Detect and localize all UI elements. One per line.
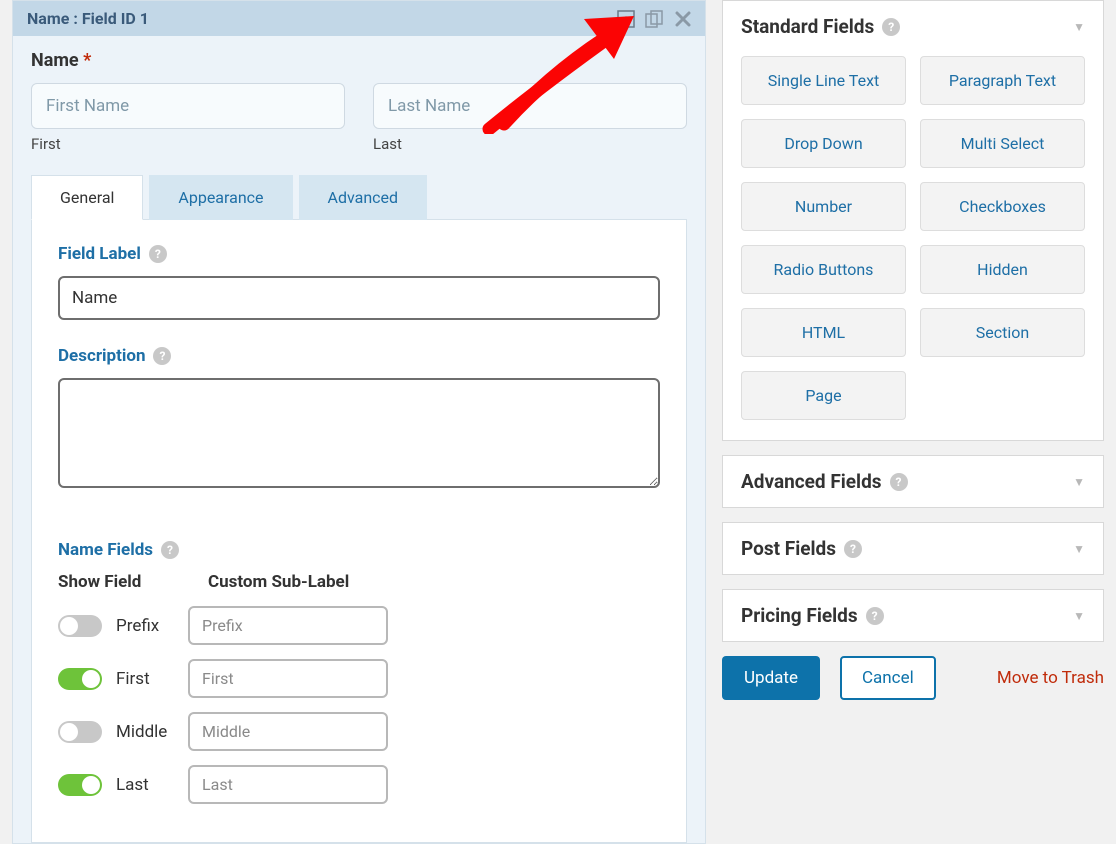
description-heading: Description ? (58, 346, 660, 366)
show-field-heading: Show Field (58, 572, 176, 592)
field-type-radio-buttons[interactable]: Radio Buttons (741, 245, 906, 294)
field-type-drop-down[interactable]: Drop Down (741, 119, 906, 168)
settings-tabs: General Appearance Advanced (31, 175, 687, 220)
field-type-single-line-text[interactable]: Single Line Text (741, 56, 906, 105)
collapse-icon[interactable] (617, 10, 635, 28)
field-type-hidden[interactable]: Hidden (920, 245, 1085, 294)
sublabel-input-last[interactable] (188, 765, 388, 804)
pricing-fields-toggle[interactable]: Pricing Fields ? ▼ (723, 590, 1103, 641)
advanced-fields-panel: Advanced Fields ? ▼ (722, 455, 1104, 508)
field-type-checkboxes[interactable]: Checkboxes (920, 182, 1085, 231)
name-field-row-middle: Middle (58, 712, 660, 751)
help-icon[interactable]: ? (890, 473, 908, 491)
tab-appearance[interactable]: Appearance (149, 175, 292, 220)
advanced-fields-toggle[interactable]: Advanced Fields ? ▼ (723, 456, 1103, 507)
post-fields-toggle[interactable]: Post Fields ? ▼ (723, 523, 1103, 574)
cancel-button[interactable]: Cancel (840, 656, 936, 700)
tab-advanced[interactable]: Advanced (299, 175, 428, 220)
toggle-last[interactable] (58, 774, 102, 796)
chevron-down-icon: ▼ (1073, 609, 1085, 623)
pricing-fields-panel: Pricing Fields ? ▼ (722, 589, 1104, 642)
first-name-input[interactable] (31, 83, 345, 129)
move-to-trash-link[interactable]: Move to Trash (997, 668, 1104, 688)
first-sublabel: First (31, 135, 345, 153)
sublabel-input-prefix[interactable] (188, 606, 388, 645)
name-field-row-last: Last (58, 765, 660, 804)
sublabel-input-middle[interactable] (188, 712, 388, 751)
help-icon[interactable]: ? (844, 540, 862, 558)
last-sublabel: Last (373, 135, 687, 153)
form-actions: Update Cancel Move to Trash (722, 656, 1104, 700)
standard-fields-toggle[interactable]: Standard Fields ? ▼ (723, 1, 1103, 52)
description-textarea[interactable] (58, 378, 660, 488)
toggle-middle[interactable] (58, 721, 102, 743)
help-icon[interactable]: ? (153, 347, 171, 365)
sublabel-heading: Custom Sub-Label (208, 572, 349, 592)
field-type-page[interactable]: Page (741, 371, 906, 420)
help-icon[interactable]: ? (161, 541, 179, 559)
field-type-html[interactable]: HTML (741, 308, 906, 357)
name-field-row-prefix: Prefix (58, 606, 660, 645)
toggle-prefix[interactable] (58, 615, 102, 637)
chevron-down-icon: ▼ (1073, 20, 1085, 34)
field-type-multi-select[interactable]: Multi Select (920, 119, 1085, 168)
sublabel-input-first[interactable] (188, 659, 388, 698)
field-label-input[interactable] (58, 276, 660, 320)
close-icon[interactable] (675, 11, 691, 27)
toggle-first[interactable] (58, 668, 102, 690)
field-type-number[interactable]: Number (741, 182, 906, 231)
duplicate-icon[interactable] (645, 10, 665, 28)
standard-fields-panel: Standard Fields ? ▼ Single Line Text Para… (722, 0, 1104, 441)
field-type-section[interactable]: Section (920, 308, 1085, 357)
field-header-title: Name : Field ID 1 (27, 9, 149, 28)
name-field-label: First (116, 669, 174, 689)
post-fields-panel: Post Fields ? ▼ (722, 522, 1104, 575)
field-label-heading: Field Label ? (58, 244, 660, 264)
update-button[interactable]: Update (722, 656, 820, 700)
tab-panel-general: Field Label ? Description ? Name Fields … (31, 219, 687, 843)
name-field-label: Prefix (116, 616, 174, 636)
field-type-paragraph-text[interactable]: Paragraph Text (920, 56, 1085, 105)
name-field-row-first: First (58, 659, 660, 698)
last-name-input[interactable] (373, 83, 687, 129)
name-fields-heading: Name Fields ? (58, 540, 660, 560)
field-name-label: Name * (31, 50, 687, 71)
chevron-down-icon: ▼ (1073, 475, 1085, 489)
help-icon[interactable]: ? (882, 18, 900, 36)
help-icon[interactable]: ? (866, 607, 884, 625)
tab-general[interactable]: General (31, 175, 143, 220)
name-field-label: Middle (116, 722, 174, 742)
field-editor-panel: Name : Field ID 1 Name * (12, 0, 706, 844)
chevron-down-icon: ▼ (1073, 542, 1085, 556)
help-icon[interactable]: ? (149, 245, 167, 263)
field-header: Name : Field ID 1 (13, 1, 705, 36)
name-field-label: Last (116, 775, 174, 795)
